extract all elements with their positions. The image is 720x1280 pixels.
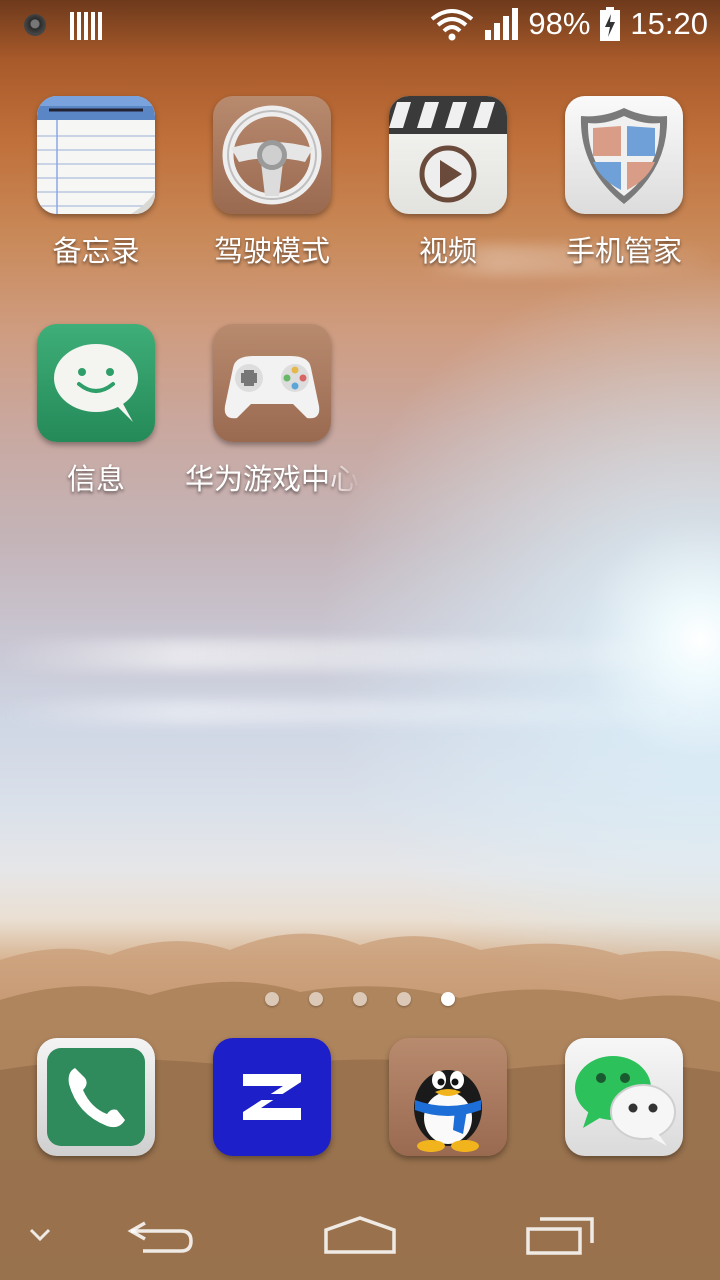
app-label: 手机管家 — [565, 234, 682, 268]
wechat-icon — [575, 1056, 676, 1146]
notification-pull-button[interactable] — [20, 1190, 60, 1280]
app-messages[interactable]: 信息 — [8, 324, 184, 498]
page-indicator — [0, 992, 720, 1006]
wifi-icon — [431, 9, 474, 41]
phone-icon — [47, 1048, 145, 1146]
notepad-icon — [37, 96, 155, 214]
app-label: 备忘录 — [52, 234, 140, 268]
signal-icon — [485, 8, 519, 40]
app-video[interactable]: 视频 — [360, 96, 536, 270]
app-label: 华为游戏中心 — [184, 462, 359, 496]
battery-charging-icon — [600, 7, 621, 41]
recents-icon — [526, 1217, 594, 1255]
z-app-icon — [243, 1074, 301, 1120]
back-icon — [127, 1221, 193, 1253]
gamepad-icon — [213, 324, 331, 442]
home-icon — [324, 1216, 396, 1254]
page-dot[interactable] — [397, 992, 411, 1006]
status-bar: 98% 15:20 — [0, 0, 720, 50]
app-label: 驾驶模式 — [213, 234, 330, 268]
chevron-down-icon — [29, 1228, 51, 1242]
shield-icon — [565, 96, 683, 214]
recents-button[interactable] — [510, 1190, 610, 1280]
page-dot[interactable] — [265, 992, 279, 1006]
app-notes[interactable]: 备忘录 — [8, 96, 184, 270]
sim-card-icon — [70, 10, 102, 40]
video-clapper-icon — [389, 96, 507, 214]
message-bubble-icon — [37, 324, 155, 442]
camera-indicator-icon — [24, 14, 46, 36]
app-driving-mode[interactable]: 驾驶模式 — [184, 96, 360, 270]
page-dot-active[interactable] — [441, 992, 455, 1006]
qq-penguin-icon — [414, 1070, 482, 1152]
app-label: 视频 — [418, 234, 477, 268]
app-huawei-game-center[interactable]: 华为游戏中心 — [184, 324, 360, 498]
app-label: 信息 — [66, 462, 125, 496]
home-button[interactable] — [310, 1190, 410, 1280]
steering-wheel-icon — [213, 96, 331, 214]
dock-z-app[interactable] — [213, 1038, 331, 1156]
app-phone-manager[interactable]: 手机管家 — [536, 96, 712, 270]
dock-wechat[interactable] — [565, 1038, 683, 1156]
navigation-bar — [0, 1190, 720, 1280]
page-dot[interactable] — [309, 992, 323, 1006]
back-button[interactable] — [110, 1190, 210, 1280]
dock-phone[interactable] — [37, 1038, 155, 1156]
clock: 15:20 — [630, 6, 708, 41]
dock-qq[interactable] — [389, 1038, 507, 1156]
battery-percent: 98% — [528, 6, 591, 41]
page-dot[interactable] — [353, 992, 367, 1006]
